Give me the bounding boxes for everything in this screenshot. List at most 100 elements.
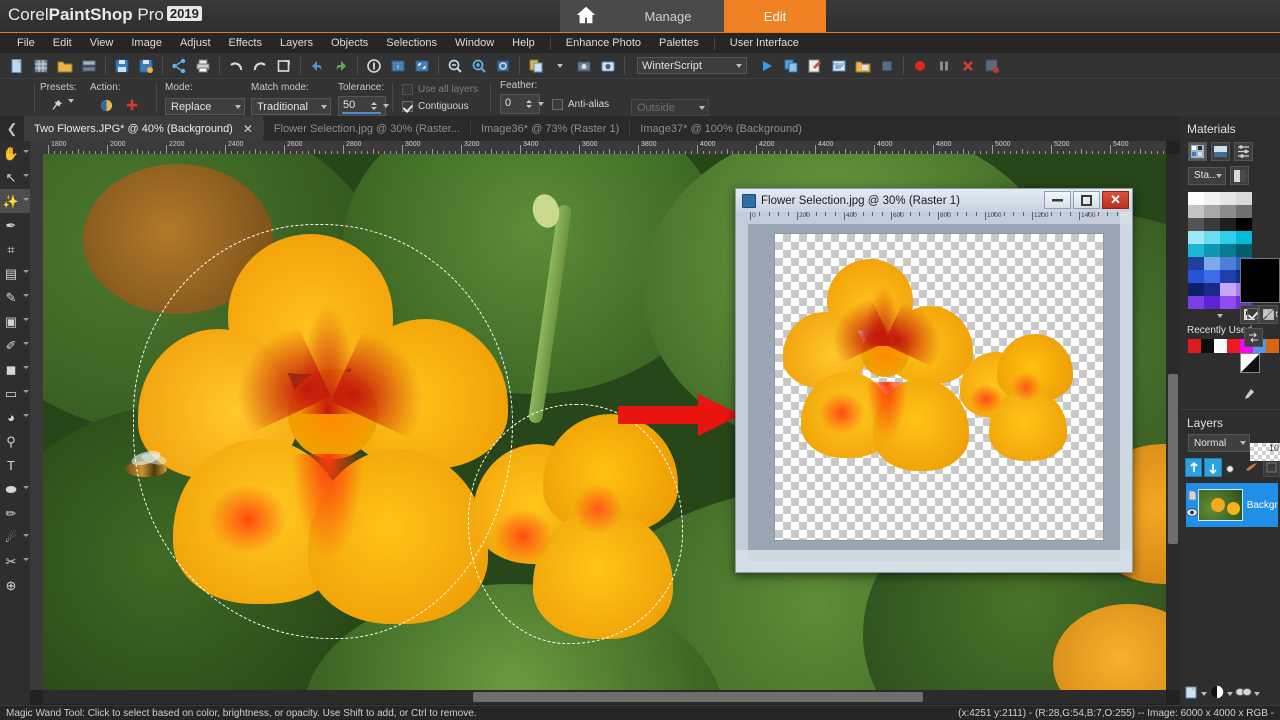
retouch-tool[interactable]: ⚲ xyxy=(0,429,30,453)
menu-item-user-interface[interactable]: User Interface xyxy=(721,33,808,53)
script-editor-icon[interactable] xyxy=(827,55,851,77)
tool-flyout-arrow-icon[interactable] xyxy=(23,390,29,393)
outside-select[interactable]: Outside xyxy=(631,99,709,116)
tool-flyout-arrow-icon[interactable] xyxy=(23,294,29,297)
color-swatch[interactable] xyxy=(1220,244,1236,257)
child-vertical-scrollbar[interactable] xyxy=(1120,224,1132,550)
redo-history-forward-icon[interactable] xyxy=(329,55,353,77)
anti-alias-checkbox[interactable]: Anti-alias xyxy=(552,99,609,110)
tool-flyout-arrow-icon[interactable] xyxy=(23,174,29,177)
stepper-arrows-icon[interactable] xyxy=(524,94,534,114)
print-icon[interactable] xyxy=(191,55,215,77)
color-swatch[interactable] xyxy=(1220,218,1236,231)
mesh-warp-tool[interactable]: ✂ xyxy=(0,549,30,573)
menu-item-edit[interactable]: Edit xyxy=(44,33,81,53)
new-mask-layer-icon[interactable] xyxy=(1204,458,1222,477)
color-swatch[interactable] xyxy=(1236,218,1252,231)
maximize-icon[interactable] xyxy=(1073,191,1100,209)
feather-spinner[interactable] xyxy=(524,94,554,114)
child-horizontal-scrollbar[interactable] xyxy=(748,550,1120,561)
recent-color-swatch[interactable] xyxy=(1188,339,1201,353)
info-icon[interactable] xyxy=(362,55,386,77)
color-swatch[interactable] xyxy=(1204,192,1220,205)
menu-item-help[interactable]: Help xyxy=(503,33,544,53)
color-swatch[interactable] xyxy=(1188,218,1204,231)
new-layer-icon[interactable] xyxy=(1184,685,1199,703)
child-window-title-bar[interactable]: Flower Selection.jpg @ 30% (Raster 1) ✕ xyxy=(736,189,1132,212)
view-icon[interactable] xyxy=(1235,687,1252,700)
tolerance-flyout-icon[interactable] xyxy=(379,96,392,116)
open-script-folder-icon[interactable] xyxy=(851,55,875,77)
contiguous-checkbox[interactable]: Contiguous xyxy=(402,101,469,112)
tool-flyout-arrow-icon[interactable] xyxy=(23,318,29,321)
background-color-swatch[interactable] xyxy=(1240,353,1260,373)
save-as-icon[interactable] xyxy=(134,55,158,77)
tool-flyout-arrow-icon[interactable] xyxy=(23,534,29,537)
script-selector[interactable]: WinterScript xyxy=(637,57,747,74)
scrollbar-thumb[interactable] xyxy=(1168,374,1178,544)
chevron-down-icon[interactable] xyxy=(1227,691,1233,696)
all-tools-checkbox[interactable]: All t xyxy=(1246,308,1278,319)
color-swatch[interactable] xyxy=(1204,218,1220,231)
mode-select[interactable]: Replace xyxy=(165,98,245,115)
action-replace-icon[interactable] xyxy=(96,96,116,114)
pick-tool[interactable]: ↖ xyxy=(0,165,30,189)
tool-flyout-arrow-icon[interactable] xyxy=(23,558,29,561)
document-tab-flower-selection[interactable]: Flower Selection.jpg @ 30% (Raster... xyxy=(264,116,470,141)
link-icon[interactable] xyxy=(1187,490,1198,504)
save-recording-icon[interactable] xyxy=(980,55,1004,77)
image-info-icon[interactable]: i xyxy=(386,55,410,77)
new-raster-layer-icon[interactable] xyxy=(1185,458,1203,477)
color-swatch[interactable] xyxy=(1188,205,1204,218)
frame-tab-icon[interactable] xyxy=(1188,142,1207,161)
blend-mode-select[interactable]: Normal xyxy=(1188,434,1250,452)
tool-flyout-arrow-icon[interactable] xyxy=(23,270,29,273)
tool-flyout-arrow-icon[interactable] xyxy=(23,150,29,153)
tab-manage[interactable]: Manage xyxy=(612,0,724,32)
fit-to-window-icon[interactable] xyxy=(410,55,434,77)
save-icon[interactable] xyxy=(110,55,134,77)
foreground-color-swatch[interactable] xyxy=(1240,258,1280,303)
opacity-slider[interactable]: 10 xyxy=(1250,443,1280,461)
child-window-flower-selection[interactable]: Flower Selection.jpg @ 30% (Raster 1) ✕ … xyxy=(735,188,1133,573)
browse-icon[interactable] xyxy=(77,55,101,77)
canvas-horizontal-scrollbar[interactable] xyxy=(43,690,1166,704)
dropper-tool[interactable]: ✒ xyxy=(0,213,30,237)
menu-item-adjust[interactable]: Adjust xyxy=(171,33,220,53)
color-swatch[interactable] xyxy=(1220,231,1236,244)
color-swatch[interactable] xyxy=(1220,296,1236,309)
tool-flyout-arrow-icon[interactable] xyxy=(23,486,29,489)
color-swatch[interactable] xyxy=(1204,205,1220,218)
open-icon[interactable] xyxy=(53,55,77,77)
use-all-layers-checkbox[interactable]: Use all layers xyxy=(402,84,478,95)
tool-flyout-arrow-icon[interactable] xyxy=(23,414,29,417)
color-swatch[interactable] xyxy=(1188,231,1204,244)
layer-row-background[interactable]: Backgro xyxy=(1186,483,1278,527)
edit-script-icon[interactable] xyxy=(803,55,827,77)
text-tool[interactable]: T xyxy=(0,453,30,477)
crop-tool[interactable]: ⌗ xyxy=(0,237,30,261)
menu-item-image[interactable]: Image xyxy=(122,33,171,53)
home-button[interactable] xyxy=(560,0,612,32)
menu-item-view[interactable]: View xyxy=(81,33,123,53)
menu-item-enhance-photo[interactable]: Enhance Photo xyxy=(557,33,650,53)
fill-light-tool[interactable]: ⊕ xyxy=(0,573,30,597)
color-swatch[interactable] xyxy=(1220,192,1236,205)
tool-flyout-arrow-icon[interactable] xyxy=(23,342,29,345)
color-swatch[interactable] xyxy=(1220,257,1236,270)
recent-color-swatch[interactable] xyxy=(1201,339,1214,353)
presets-dropdown-icon[interactable] xyxy=(68,99,74,115)
mask-icon[interactable] xyxy=(1209,684,1225,703)
chevron-left-icon[interactable]: ❮ xyxy=(0,121,24,137)
recent-color-swatch[interactable] xyxy=(1227,339,1240,353)
zoom-selection-icon[interactable] xyxy=(491,55,515,77)
close-icon[interactable]: ✕ xyxy=(243,122,253,136)
presets-button[interactable] xyxy=(48,96,66,114)
color-swatch[interactable] xyxy=(1204,296,1220,309)
document-tab-two-flowers[interactable]: Two Flowers.JPG* @ 40% (Background) ✕ xyxy=(24,116,263,141)
color-swatch[interactable] xyxy=(1188,192,1204,205)
document-tab-image37[interactable]: Image37* @ 100% (Background) xyxy=(630,116,812,141)
clone-brush-tool[interactable]: ✎ xyxy=(0,285,30,309)
action-add-icon[interactable] xyxy=(122,96,142,114)
tab-edit[interactable]: Edit xyxy=(724,0,826,32)
